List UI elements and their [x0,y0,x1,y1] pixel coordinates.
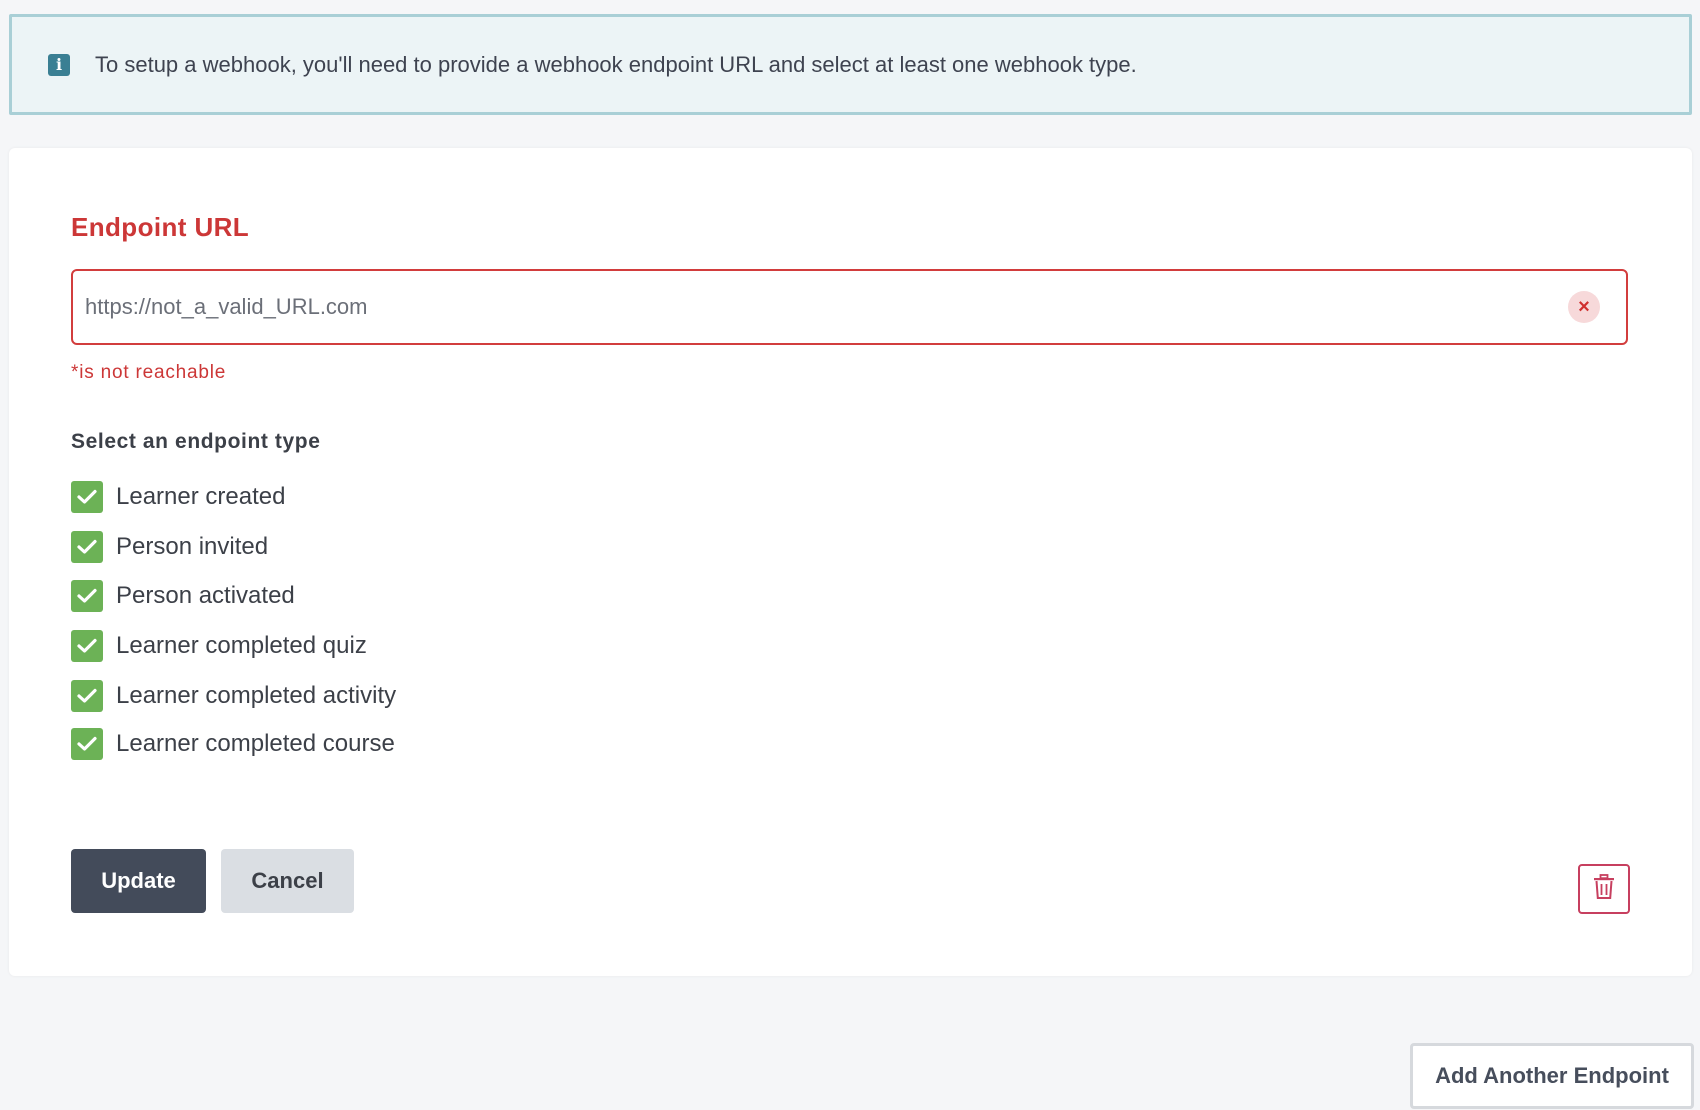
checkbox-label: Person invited [116,533,269,560]
info-icon: i [48,53,70,76]
checkbox-label: Learner completed quiz [116,632,367,659]
checkbox-label: Learner created [116,483,286,510]
webhook-settings-page: i To setup a webhook, you'll need to pro… [0,0,1700,1110]
checkmark-icon[interactable] [71,680,103,712]
checkbox-label: Learner completed activity [116,682,397,709]
checkbox-learner-completed-activity[interactable]: Learner completed activity [71,680,396,712]
delete-endpoint-button[interactable] [1578,864,1630,914]
clear-icon[interactable]: × [1568,291,1600,323]
checkbox-label: Person activated [116,582,295,609]
checkbox-label: Learner completed course [116,730,395,757]
checkmark-icon[interactable] [71,728,103,760]
info-text: To setup a webhook, you'll need to provi… [95,51,1137,77]
checkmark-icon[interactable] [71,630,103,662]
endpoint-url-error: *is not reachable [71,362,227,383]
checkmark-icon[interactable] [71,531,103,563]
checkbox-learner-completed-course[interactable]: Learner completed course [71,728,395,760]
checkmark-icon[interactable] [71,580,103,612]
trash-icon [1592,873,1616,905]
checkbox-person-invited[interactable]: Person invited [71,531,268,563]
endpoint-url-input[interactable] [73,271,1568,343]
endpoint-url-field: × [71,269,1628,345]
endpoint-type-label: Select an endpoint type [71,430,321,453]
endpoint-card: Endpoint URL × *is not reachable Select … [9,148,1692,976]
endpoint-url-label: Endpoint URL [71,212,250,242]
checkbox-person-activated[interactable]: Person activated [71,580,295,612]
add-another-endpoint-button[interactable]: Add Another Endpoint [1410,1043,1694,1109]
cancel-button[interactable]: Cancel [221,849,354,913]
checkbox-learner-completed-quiz[interactable]: Learner completed quiz [71,630,367,662]
update-button[interactable]: Update [71,849,206,913]
checkmark-icon[interactable] [71,481,103,513]
checkbox-learner-created[interactable]: Learner created [71,481,285,513]
info-banner: i To setup a webhook, you'll need to pro… [9,14,1692,115]
